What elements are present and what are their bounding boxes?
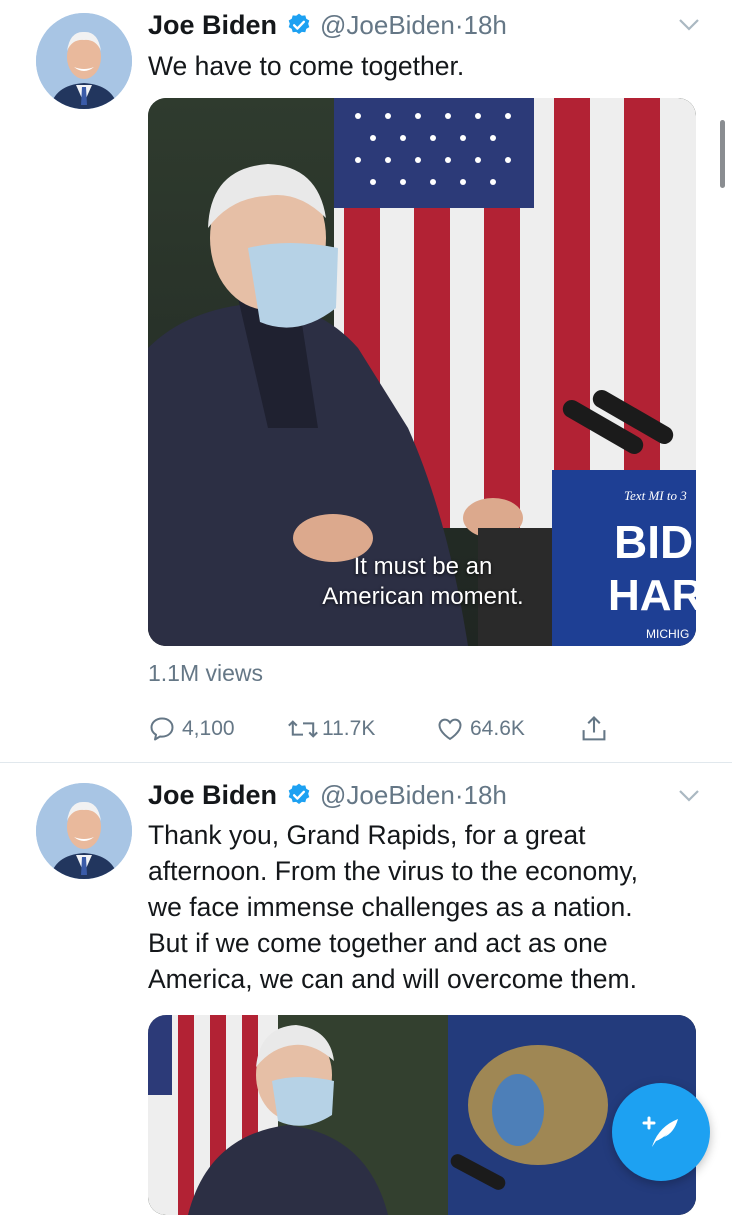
view-count: 1.1M views — [148, 660, 264, 686]
like-count: 64.6K — [470, 717, 525, 740]
caption-line-1: It must be an — [353, 553, 493, 580]
chevron-down-icon[interactable] — [678, 18, 700, 32]
reply-icon — [150, 717, 174, 741]
sign-text-2: HAR — [608, 571, 696, 620]
timestamp: 18h — [463, 780, 507, 810]
compose-tweet-icon — [642, 1116, 678, 1147]
video-caption: It must be an American moment. — [258, 552, 588, 612]
tweet-text-line: we face immense challenges as a nation. — [148, 892, 633, 922]
verified-badge-icon — [288, 13, 310, 34]
timestamp: 18h — [463, 10, 507, 40]
share-icon — [582, 715, 606, 741]
author-handle[interactable]: @JoeBiden·18h — [320, 780, 507, 811]
sign-text-1: BID — [614, 516, 693, 568]
tweet-text-line: America, we can and will overcome them. — [148, 964, 637, 994]
tweet-text-line: But if we come together and act as one — [148, 928, 608, 958]
reply-button[interactable]: 4,100 — [148, 714, 235, 744]
caption-line-2: American moment. — [322, 583, 524, 610]
like-icon — [438, 718, 462, 741]
avatar[interactable] — [36, 13, 132, 109]
handle-text: @JoeBiden — [320, 780, 455, 810]
avatar[interactable] — [36, 783, 132, 879]
retweet-count: 11.7K — [322, 717, 376, 740]
share-button[interactable] — [580, 714, 608, 744]
tweet-text: Thank you, Grand Rapids, for a great aft… — [148, 817, 708, 997]
tweet-text: We have to come together. — [148, 51, 465, 81]
tweet-text-line: afternoon. From the virus to the economy… — [148, 856, 638, 886]
retweet-button[interactable]: 11.7K — [286, 714, 375, 744]
tweet-text-line: Thank you, Grand Rapids, for a great — [148, 820, 586, 850]
author-name[interactable]: Joe Biden — [148, 10, 277, 41]
verified-badge-icon — [288, 783, 310, 804]
sign-text-bottom: MICHIG — [646, 627, 689, 641]
sign-text-small: Text MI to 3 — [624, 488, 687, 503]
action-bar: 4,100 11.7K 64.6K — [0, 714, 732, 744]
like-button[interactable]: 64.6K — [436, 714, 525, 744]
compose-tweet-button[interactable] — [612, 1083, 710, 1181]
tweet-1[interactable]: Joe Biden @JoeBiden·18h We have to come … — [0, 0, 732, 762]
handle-text: @JoeBiden — [320, 10, 455, 40]
reply-count: 4,100 — [182, 717, 235, 740]
author-name[interactable]: Joe Biden — [148, 780, 277, 811]
author-handle[interactable]: @JoeBiden·18h — [320, 10, 507, 41]
chevron-down-icon[interactable] — [678, 789, 700, 803]
retweet-icon — [288, 720, 318, 738]
scrollbar[interactable] — [720, 120, 725, 188]
